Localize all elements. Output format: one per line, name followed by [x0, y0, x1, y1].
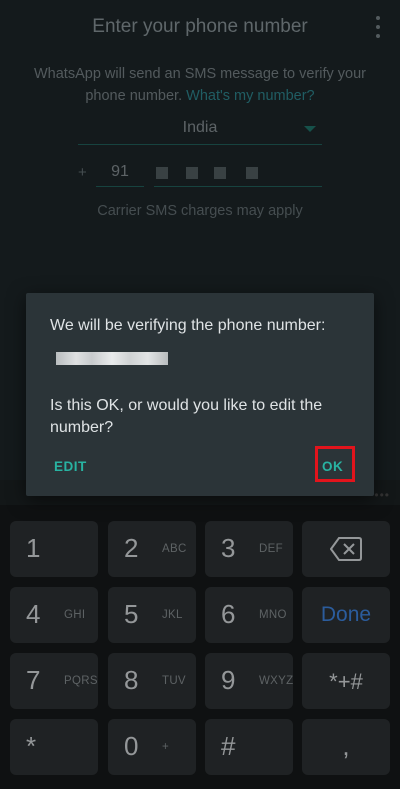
dialog-question: Is this OK, or would you like to edit th…: [50, 397, 323, 436]
ok-button[interactable]: OK: [322, 459, 343, 474]
masked-phone-number: [56, 352, 168, 365]
verify-number-dialog: We will be verifying the phone number: I…: [26, 293, 374, 496]
registration-screen: Enter your phone number WhatsApp will se…: [0, 0, 400, 789]
edit-button[interactable]: EDIT: [54, 459, 87, 474]
dialog-message: We will be verifying the phone number:: [50, 317, 326, 334]
